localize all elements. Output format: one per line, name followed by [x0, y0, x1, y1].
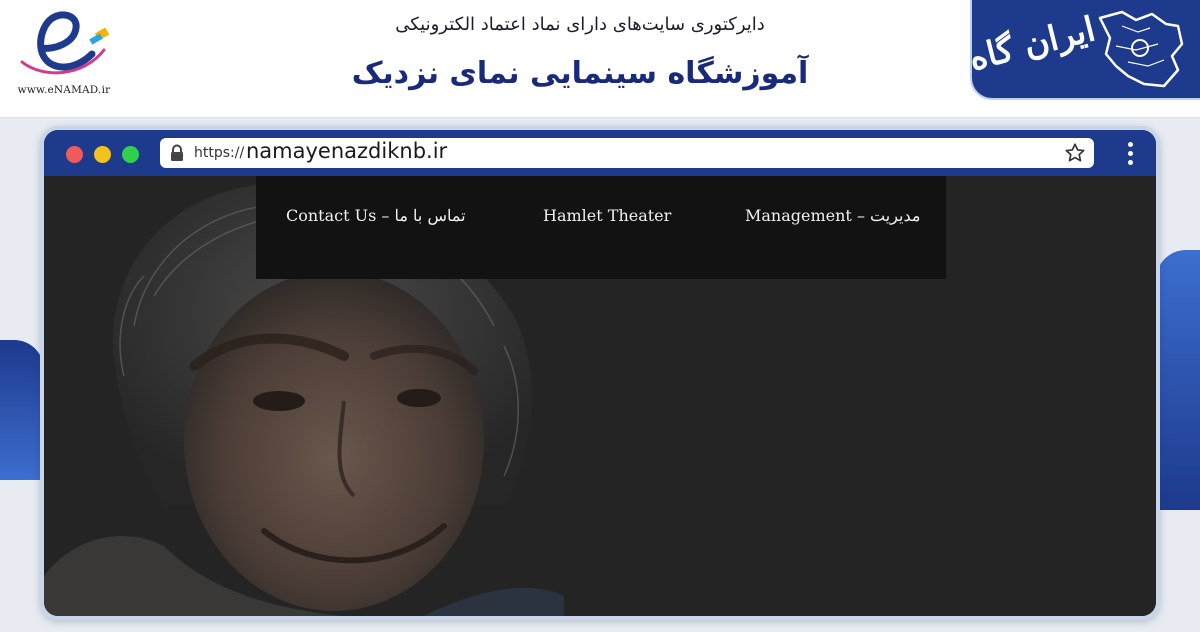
banner-title: آموزشگاه سینمایی نمای نزدیک	[351, 56, 809, 91]
decor-stripe-right	[1156, 250, 1200, 510]
enamad-url[interactable]: www.eNAMAD.ir	[10, 84, 118, 96]
address-bar[interactable]: https:// namayenazdiknb.ir	[160, 138, 1094, 168]
browser-toolbar: https:// namayenazdiknb.ir	[44, 130, 1156, 176]
decor-stripe-left	[0, 340, 44, 480]
nav-contact-link[interactable]: Contact Us – تماس با ما	[286, 206, 466, 225]
lock-icon	[171, 144, 183, 161]
iran-map-icon	[1098, 10, 1184, 88]
minimize-window-dot[interactable]	[94, 146, 111, 163]
irangah-logo[interactable]: ایران گاه	[965, 0, 1200, 100]
enamad-logo[interactable]: www.eNAMAD.ir	[6, 4, 118, 98]
url-domain: namayenazdiknb.ir	[246, 139, 448, 163]
site-viewport: Contact Us – تماس با ما Hamlet Theater M…	[44, 176, 1156, 616]
nav-hamlet-theater-link[interactable]: Hamlet Theater	[543, 206, 671, 225]
nav-management-link[interactable]: Management – مدیریت	[745, 206, 920, 225]
logo-text: ایران گاه	[965, 9, 1100, 80]
url-scheme: https://	[194, 145, 245, 161]
star-icon[interactable]	[1064, 142, 1086, 164]
maximize-window-dot[interactable]	[122, 146, 139, 163]
close-window-dot[interactable]	[66, 146, 83, 163]
site-navigation: Contact Us – تماس با ما Hamlet Theater M…	[256, 176, 946, 279]
menu-icon[interactable]	[1128, 142, 1134, 166]
browser-frame: https:// namayenazdiknb.ir Contact Us – …	[40, 126, 1160, 620]
enamad-e-icon	[20, 11, 110, 75]
browser-window: https:// namayenazdiknb.ir Contact Us – …	[44, 130, 1156, 616]
banner-subtitle: دایرکتوری سایت‌های دارای نماد اعتماد الک…	[395, 14, 765, 35]
header-banner: www.eNAMAD.ir دایرکتوری سایت‌های دارای ن…	[0, 0, 1200, 118]
